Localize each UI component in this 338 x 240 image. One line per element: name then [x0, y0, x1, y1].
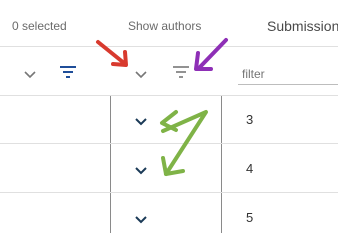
filter-row-divider — [0, 95, 338, 96]
row-number: 3 — [246, 112, 254, 127]
filter-icon[interactable] — [172, 65, 190, 84]
row-divider — [0, 192, 338, 193]
row-expand-chevron-icon[interactable] — [134, 212, 148, 230]
row-expand-chevron-icon[interactable] — [134, 163, 148, 181]
show-authors-toggle[interactable]: Show authors — [128, 19, 201, 33]
row-divider — [0, 143, 338, 144]
row-number: 4 — [246, 161, 254, 176]
header-divider — [0, 46, 338, 47]
selected-count: 0 selected — [12, 19, 67, 33]
filter-icon[interactable] — [59, 65, 77, 84]
annotation-overlay — [96, 38, 228, 176]
filter-input[interactable] — [238, 63, 338, 85]
column-separator-left — [110, 96, 111, 233]
annotation-arrow-icon — [194, 38, 228, 71]
chevron-down-icon[interactable] — [23, 67, 37, 85]
chevron-down-icon[interactable] — [134, 67, 148, 85]
row-expand-chevron-icon[interactable] — [134, 114, 148, 132]
column-separator-right — [221, 96, 222, 233]
submission-column-header[interactable]: Submission — [267, 18, 338, 34]
row-number: 5 — [246, 210, 254, 225]
